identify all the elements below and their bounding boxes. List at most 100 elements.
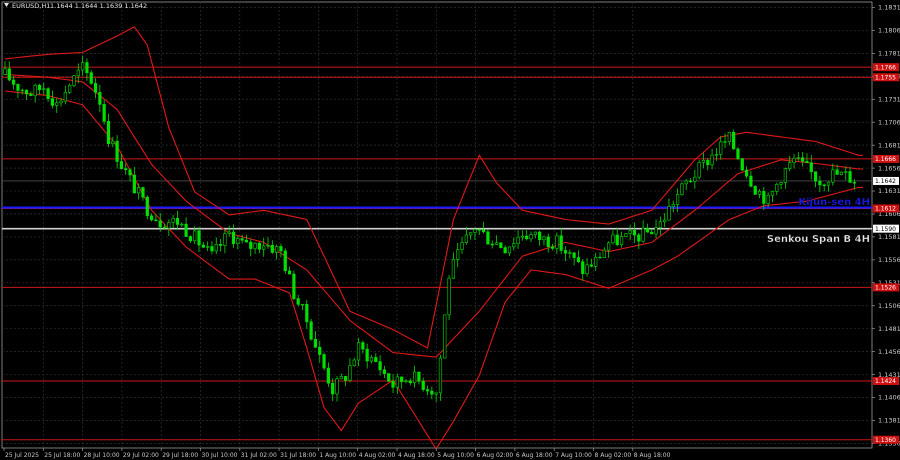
candle-body — [93, 83, 98, 93]
candle-body — [206, 246, 210, 248]
candle-body — [42, 88, 46, 91]
candle-body — [262, 245, 266, 250]
candle-body — [775, 183, 779, 192]
x-tick-label: 4 Aug 02:00 — [359, 452, 396, 459]
candle-body — [796, 157, 800, 159]
candle-body — [283, 250, 287, 272]
candle-body — [339, 376, 343, 380]
candle — [309, 318, 313, 341]
candle-body — [706, 160, 710, 166]
candle-body — [525, 235, 529, 240]
y-tick-label: 1.1506 — [878, 302, 900, 310]
candle-body — [615, 234, 619, 245]
candle-body — [477, 229, 481, 231]
x-tick-label: 8 Aug 18:00 — [634, 452, 671, 459]
candle-body — [292, 273, 296, 299]
annotation-label: Senkou Span B 4H — [767, 234, 870, 245]
candle-body — [154, 219, 158, 222]
candle-body — [68, 85, 72, 93]
candle-body — [714, 154, 719, 156]
candle-body — [663, 219, 667, 223]
candle-body — [469, 232, 473, 236]
candle-body — [645, 227, 650, 233]
candle-body — [499, 242, 503, 248]
candle-body — [516, 236, 520, 244]
candle — [322, 352, 326, 371]
candle-body — [119, 161, 124, 169]
candle-body — [559, 235, 563, 251]
candle-body — [318, 346, 322, 355]
ohlc-quote: 1.1644 1.1644 1.1639 1.1642 — [50, 2, 147, 10]
candle-body — [585, 264, 589, 274]
candle-body — [434, 392, 438, 395]
level-price-label: 1.1424 — [875, 378, 896, 385]
candle-body — [421, 380, 425, 390]
candle — [486, 229, 490, 245]
candle-body — [792, 157, 796, 163]
candle-body — [710, 154, 714, 166]
candle — [697, 160, 701, 180]
candle-body — [581, 261, 585, 274]
candle-body — [326, 367, 330, 384]
candle-body — [313, 338, 318, 348]
candle-body — [667, 206, 671, 221]
candle — [292, 270, 296, 301]
candle-body — [244, 239, 249, 243]
candle-body — [701, 160, 706, 163]
candle-body — [12, 79, 16, 85]
x-tick-label: 25 Jul 2025 — [5, 452, 39, 459]
candle-body — [852, 182, 856, 184]
candle-body — [598, 256, 602, 259]
candle-body — [607, 242, 611, 251]
y-tick-label: 1.1731 — [878, 95, 900, 103]
candle — [72, 74, 76, 88]
candle-body — [378, 361, 382, 371]
candle-body — [309, 321, 313, 340]
candle-body — [529, 234, 533, 240]
candle-body — [826, 181, 831, 186]
candle-body — [637, 234, 641, 242]
candle-body — [227, 231, 231, 234]
candle-body — [361, 342, 365, 350]
x-tick-label: 4 Aug 18:00 — [398, 452, 435, 459]
x-tick-label: 31 Jul 02:00 — [241, 452, 277, 459]
x-tick-label: 28 Jul 10:00 — [84, 452, 120, 459]
candle-body — [72, 75, 76, 86]
candle-body — [589, 264, 593, 267]
candle-body — [335, 378, 339, 395]
x-tick-label: 29 Jul 02:00 — [123, 452, 159, 459]
candle-body — [757, 191, 762, 195]
candle-body — [210, 246, 214, 252]
x-tick-label: 7 Aug 10:00 — [555, 452, 592, 459]
candle-body — [801, 157, 805, 162]
candle-body — [98, 92, 102, 105]
candle-body — [619, 236, 624, 245]
candle-body — [684, 180, 688, 185]
candle-body — [89, 72, 93, 84]
candle-body — [563, 250, 568, 254]
y-tick-label: 1.1806 — [878, 27, 900, 35]
candle-body — [132, 174, 136, 194]
y-tick-label: 1.1631 — [878, 187, 900, 195]
candle-body — [438, 357, 443, 394]
candle-body — [740, 158, 744, 171]
candle-body — [270, 244, 274, 253]
candle — [499, 242, 503, 249]
candle-body — [507, 246, 512, 254]
candle-body — [24, 89, 29, 95]
candle-body — [753, 185, 757, 195]
candle-body — [257, 242, 261, 250]
candle-body — [55, 102, 59, 106]
candle-body — [106, 121, 111, 144]
candle-body — [490, 243, 494, 246]
candle-body — [848, 171, 852, 183]
candle-body — [779, 182, 783, 185]
candle-body — [128, 169, 132, 176]
y-tick-label: 1.1456 — [878, 348, 900, 356]
price-axis: 1.18311.18061.17811.17561.17311.17061.16… — [872, 4, 900, 448]
candle-body — [167, 222, 171, 229]
candle — [68, 83, 72, 94]
candle-body — [322, 354, 326, 369]
candle-body — [654, 227, 658, 235]
candle-body — [727, 131, 731, 143]
